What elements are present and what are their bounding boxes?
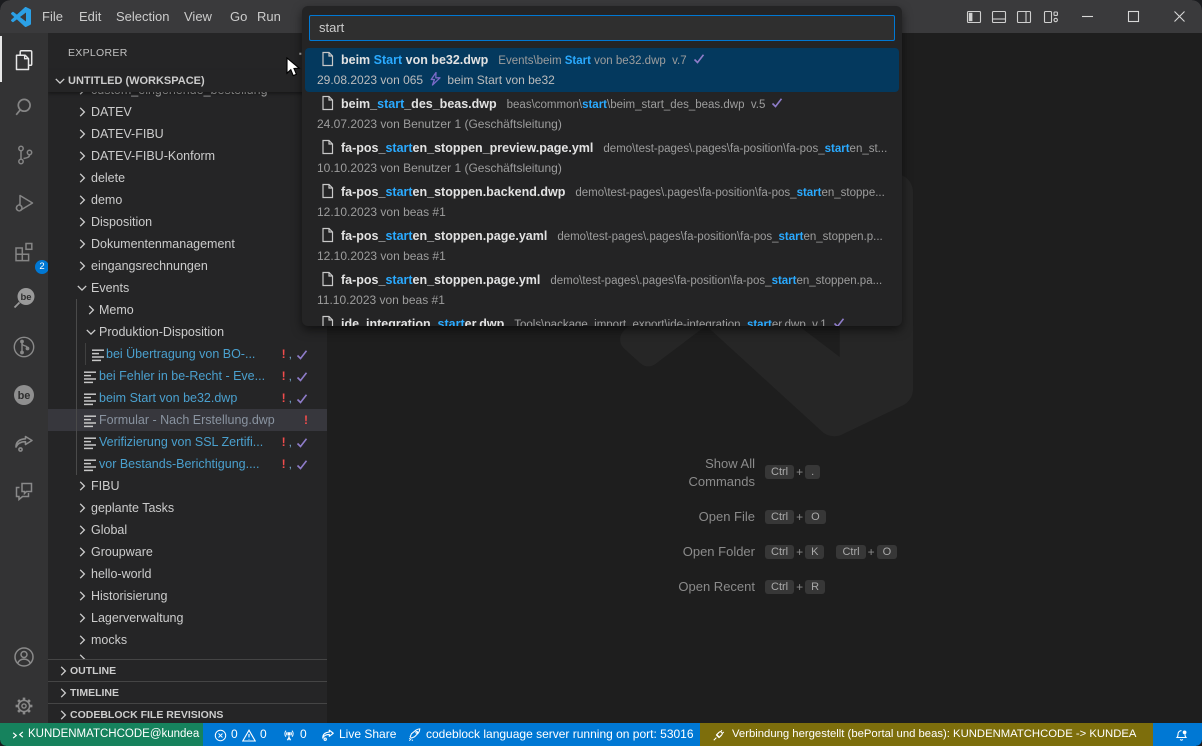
svg-text:be: be: [18, 390, 31, 402]
svg-text:be: be: [20, 292, 31, 303]
